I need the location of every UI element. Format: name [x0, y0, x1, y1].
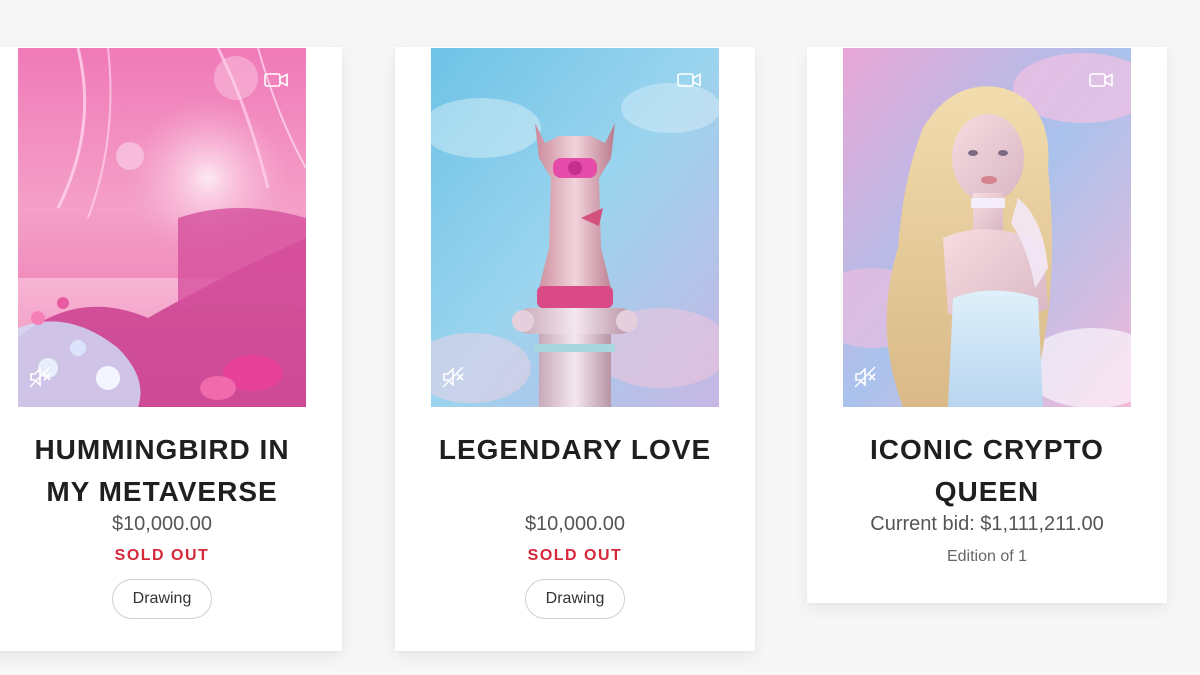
- artwork-title[interactable]: LEGENDARY LOVE: [395, 429, 755, 471]
- muted-speaker-icon[interactable]: [28, 365, 52, 389]
- sold-out-label: SOLD OUT: [527, 547, 623, 564]
- artwork-card-legendary-love[interactable]: LEGENDARY LOVE $10,000.00 SOLD OUT Drawi…: [395, 47, 755, 651]
- video-camera-icon: [1089, 72, 1113, 88]
- video-camera-icon: [677, 72, 701, 88]
- artwork-card-iconic-crypto-queen[interactable]: ICONIC CRYPTO QUEEN Current bid: $1,111,…: [807, 47, 1167, 603]
- artwork-thumbnail-hummingbird: [18, 48, 306, 407]
- artwork-title[interactable]: ICONIC CRYPTO QUEEN: [807, 429, 1167, 513]
- muted-speaker-icon[interactable]: [853, 365, 877, 389]
- category-tag-drawing[interactable]: Drawing: [112, 579, 212, 619]
- artwork-title-line-1: ICONIC CRYPTO: [870, 434, 1104, 465]
- artwork-video-iconic-crypto-queen[interactable]: [843, 48, 1131, 407]
- artwork-thumbnail-legendary-love: [431, 48, 719, 407]
- artwork-title[interactable]: HUMMINGBIRD IN MY METAVERSE: [0, 429, 342, 513]
- sold-out-label: SOLD OUT: [114, 547, 210, 564]
- artwork-thumbnail-iconic-crypto-queen: [843, 48, 1131, 407]
- artwork-price: $10,000.00: [111, 513, 213, 535]
- artwork-video-legendary-love[interactable]: [431, 48, 719, 407]
- artwork-video-hummingbird[interactable]: [18, 48, 306, 407]
- edition-label: Edition of 1: [946, 548, 1028, 565]
- muted-speaker-icon[interactable]: [441, 365, 465, 389]
- current-bid: Current bid: $1,111,211.00: [870, 513, 1104, 535]
- artwork-title-line-1: HUMMINGBIRD IN: [34, 434, 290, 465]
- category-tag-drawing[interactable]: Drawing: [525, 579, 625, 619]
- artwork-card-hummingbird[interactable]: HUMMINGBIRD IN MY METAVERSE $10,000.00 S…: [0, 47, 342, 651]
- artwork-title-line-2: MY METAVERSE: [46, 476, 278, 507]
- nft-gallery: HUMMINGBIRD IN MY METAVERSE $10,000.00 S…: [0, 0, 1200, 675]
- video-camera-icon: [264, 72, 288, 88]
- artwork-title-line-2: QUEEN: [934, 476, 1040, 507]
- artwork-title-line-1: LEGENDARY LOVE: [438, 434, 712, 465]
- artwork-price: $10,000.00: [524, 513, 626, 535]
